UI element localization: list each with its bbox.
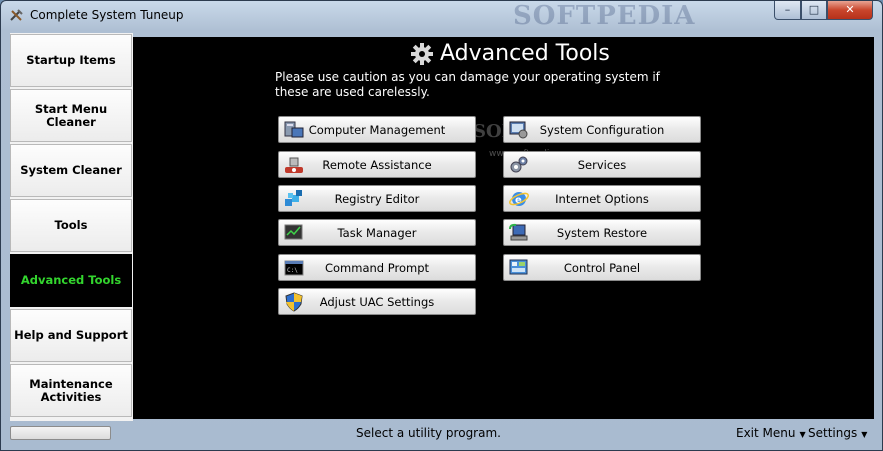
computer-management-icon xyxy=(284,121,304,138)
sidebar-item-label: Startup Items xyxy=(26,53,116,67)
sidebar-item-system-cleaner[interactable]: System Cleaner xyxy=(10,144,132,197)
sidebar-item-tools[interactable]: Tools xyxy=(10,199,132,252)
app-window: Complete System Tuneup SOFTPEDIA – □ ✕ S… xyxy=(0,0,883,451)
gear-icon xyxy=(411,42,433,65)
tools-app-icon xyxy=(10,9,23,21)
system-restore-icon xyxy=(509,223,528,241)
command-prompt-button[interactable]: C:\ Command Prompt xyxy=(278,254,476,281)
close-button[interactable]: ✕ xyxy=(827,1,873,20)
control-panel-icon xyxy=(509,259,528,275)
sidebar-item-label: Tools xyxy=(54,218,88,232)
tool-label: Remote Assistance xyxy=(322,157,432,172)
tool-label: Command Prompt xyxy=(324,260,430,275)
settings-label: Settings xyxy=(808,426,858,440)
sidebar-item-label: Maintenance Activities xyxy=(29,376,113,404)
uac-shield-icon xyxy=(285,292,303,312)
tool-label: Registry Editor xyxy=(334,191,420,206)
sidebar-item-label: Help and Support xyxy=(14,328,128,342)
progress-bar xyxy=(10,426,111,440)
status-bar: Select a utility program. Exit Menu ▼ Set… xyxy=(10,422,876,446)
sidebar-item-start-menu-cleaner[interactable]: Start Menu Cleaner xyxy=(10,89,132,142)
tool-label: Internet Options xyxy=(555,191,649,206)
registry-editor-icon xyxy=(285,190,302,206)
minimize-button[interactable]: – xyxy=(774,1,801,20)
caret-down-icon: ▼ xyxy=(799,430,806,439)
caution-text: Please use caution as you can damage you… xyxy=(275,70,660,99)
exit-menu-button[interactable]: Exit Menu ▼ xyxy=(736,426,806,440)
sidebar-item-startup-items[interactable]: Startup Items xyxy=(10,34,132,87)
caret-down-icon: ▼ xyxy=(861,430,868,439)
computer-management-button[interactable]: Computer Management xyxy=(278,116,476,143)
sidebar-item-help-and-support[interactable]: Help and Support xyxy=(10,309,132,362)
watermark-logo: SOFTPEDIA xyxy=(513,1,696,31)
tool-label: System Restore xyxy=(556,225,648,240)
services-gears-icon xyxy=(510,156,528,173)
tool-label: Adjust UAC Settings xyxy=(319,294,435,309)
page-title: Advanced Tools xyxy=(410,41,610,66)
title-bar[interactable]: Complete System Tuneup SOFTPEDIA – □ ✕ xyxy=(1,1,882,31)
settings-menu-button[interactable]: Settings ▼ xyxy=(808,426,867,440)
tool-label: Computer Management xyxy=(308,122,446,137)
window-title: Complete System Tuneup xyxy=(30,8,184,22)
sidebar-item-advanced-tools[interactable]: Advanced Tools xyxy=(10,254,132,307)
sidebar-item-label: System Cleaner xyxy=(20,163,122,177)
system-restore-button[interactable]: System Restore xyxy=(503,219,701,246)
tool-label: Services xyxy=(577,157,627,172)
adjust-uac-settings-button[interactable]: Adjust UAC Settings xyxy=(278,288,476,315)
remote-assistance-button[interactable]: Remote Assistance xyxy=(278,151,476,178)
sidebar: Startup Items Start Menu Cleaner System … xyxy=(10,33,133,421)
task-manager-button[interactable]: Task Manager xyxy=(278,219,476,246)
tool-label: Control Panel xyxy=(563,260,641,275)
page-title-text: Advanced Tools xyxy=(440,41,610,66)
system-configuration-icon xyxy=(509,121,528,139)
status-text: Select a utility program. xyxy=(356,426,501,440)
sidebar-item-maintenance-activities[interactable]: Maintenance Activities xyxy=(10,364,132,417)
remote-assistance-icon xyxy=(285,157,303,173)
control-panel-button[interactable]: Control Panel xyxy=(503,254,701,281)
command-prompt-icon: C:\ xyxy=(284,260,304,276)
services-button[interactable]: Services xyxy=(503,151,701,178)
svg-text:C:\: C:\ xyxy=(287,267,298,274)
exit-menu-label: Exit Menu xyxy=(736,426,796,440)
sidebar-item-label: Start Menu Cleaner xyxy=(34,101,108,129)
sidebar-item-label: Advanced Tools xyxy=(20,273,122,287)
advanced-tools-panel: Advanced Tools Please use caution as you… xyxy=(133,37,874,419)
system-configuration-button[interactable]: System Configuration xyxy=(503,116,701,143)
maximize-button[interactable]: □ xyxy=(801,1,827,20)
internet-options-button[interactable]: e Internet Options xyxy=(503,185,701,212)
tool-label: Task Manager xyxy=(337,225,417,240)
tool-label: System Configuration xyxy=(539,122,665,137)
registry-editor-button[interactable]: Registry Editor xyxy=(278,185,476,212)
task-manager-icon xyxy=(284,224,303,240)
internet-explorer-icon: e xyxy=(509,192,529,206)
